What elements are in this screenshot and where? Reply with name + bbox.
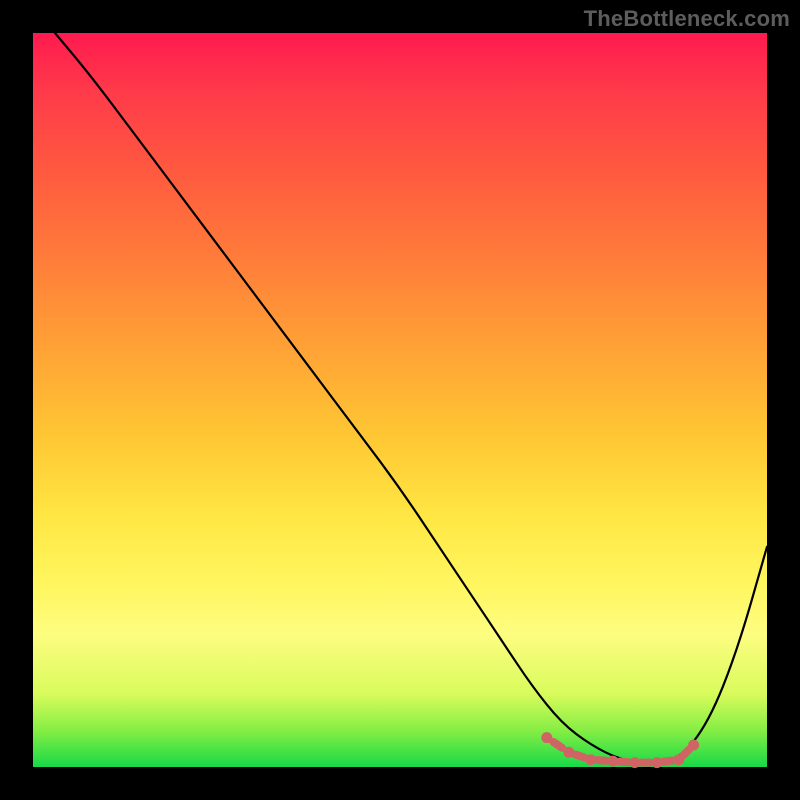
chart-overlay xyxy=(33,33,767,767)
watermark-text: TheBottleneck.com xyxy=(584,6,790,32)
optimum-dash xyxy=(620,762,629,763)
optimum-dash xyxy=(575,755,584,758)
optimum-dash xyxy=(683,749,689,755)
optimum-markers xyxy=(541,732,699,768)
optimum-marker xyxy=(688,740,699,751)
bottleneck-curve xyxy=(55,33,767,762)
chart-stage: TheBottleneck.com xyxy=(0,0,800,800)
optimum-dash xyxy=(664,761,673,762)
optimum-dash xyxy=(553,742,562,748)
optimum-dash xyxy=(597,760,606,761)
